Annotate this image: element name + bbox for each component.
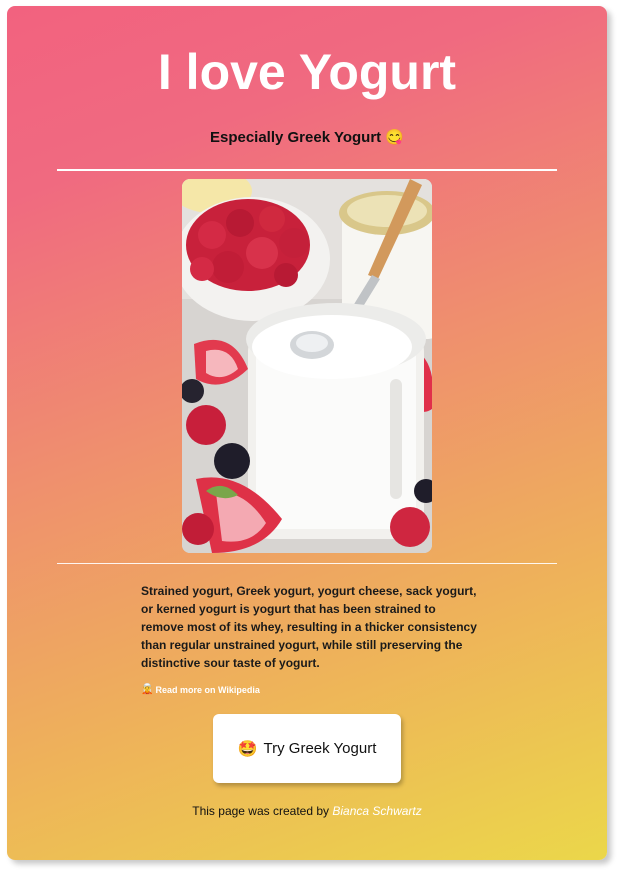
author-link[interactable]: Bianca Schwartz — [332, 804, 421, 818]
wikipedia-link[interactable]: 🧝 Read more on Wikipedia — [141, 684, 260, 696]
page-subtitle: Especially Greek Yogurt 😋 — [7, 128, 607, 148]
page-title: I love Yogurt — [157, 44, 457, 100]
yogurt-description: Strained yogurt, Greek yogurt, yogurt ch… — [141, 584, 477, 670]
yogurt-photo — [182, 179, 432, 553]
elf-emoji-icon: 🧝 — [141, 684, 154, 695]
yum-emoji-icon: 😋 — [385, 129, 405, 146]
divider-top — [57, 169, 557, 171]
divider-bottom — [57, 563, 557, 564]
yogurt-illustration — [182, 179, 432, 553]
footer-prefix: This page was created by — [192, 804, 330, 818]
page-card: I love Yogurt Especially Greek Yogurt 😋 — [7, 6, 607, 860]
try-greek-yogurt-button[interactable]: 🤩 Try Greek Yogurt — [213, 714, 401, 783]
wikipedia-link-label: Read more on Wikipedia — [155, 685, 260, 695]
subtitle-text: Especially Greek Yogurt — [209, 129, 382, 146]
page-footer: This page was created by Bianca Schwartz — [7, 803, 607, 819]
star-struck-emoji-icon: 🤩 — [237, 740, 258, 758]
try-greek-yogurt-label: Try Greek Yogurt — [263, 740, 377, 757]
